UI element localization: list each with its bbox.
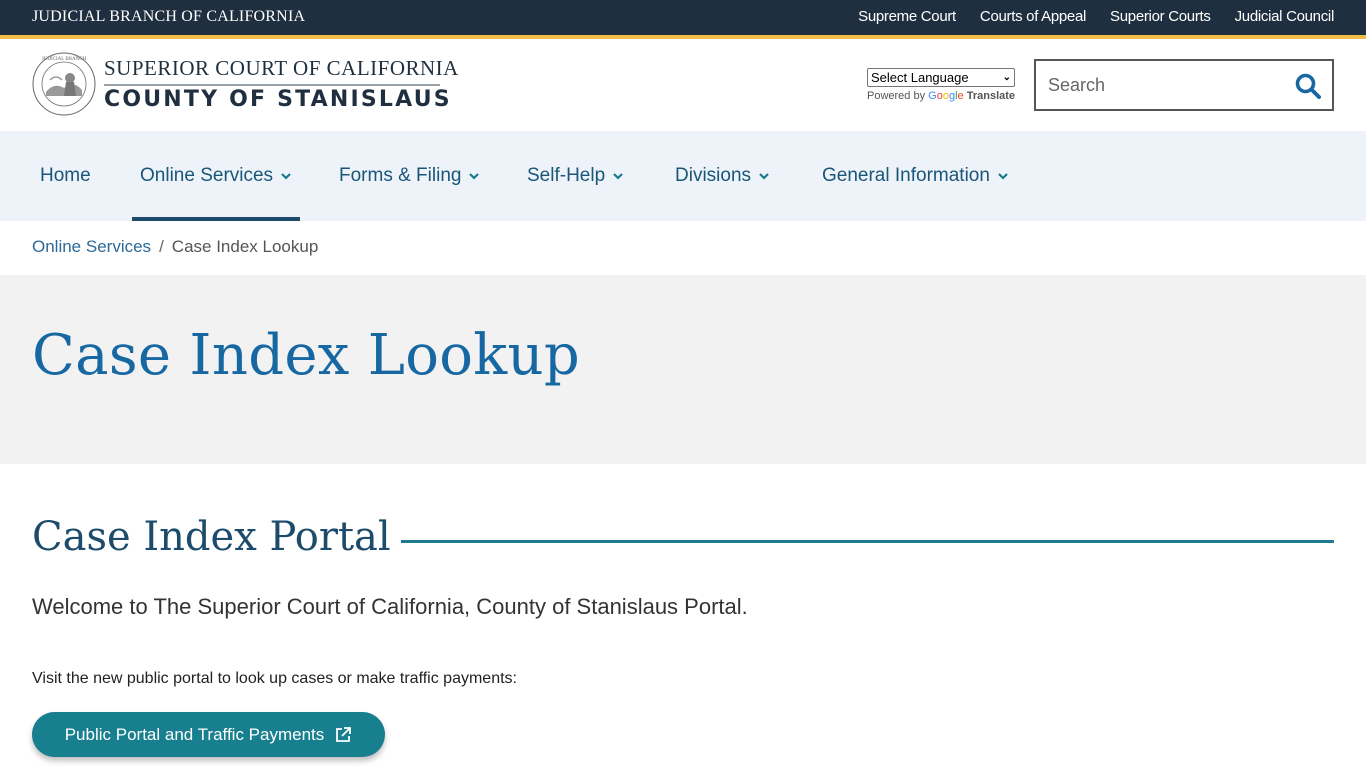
chevron-down-icon bbox=[469, 173, 480, 180]
nav-label: Divisions bbox=[675, 165, 752, 186]
nav-label: Online Services bbox=[140, 165, 274, 186]
page-hero: Case Index Lookup bbox=[0, 275, 1366, 464]
external-link-icon bbox=[336, 726, 352, 742]
judicial-seal-icon: JUDICIAL BRANCH bbox=[32, 52, 96, 116]
nav-label: Self-Help bbox=[527, 165, 606, 186]
translate-link[interactable]: Translate bbox=[967, 90, 1015, 102]
language-select[interactable]: Select Language ⌄ bbox=[867, 68, 1015, 87]
search-form bbox=[1034, 59, 1334, 111]
breadcrumb-separator: / bbox=[159, 237, 164, 256]
visit-portal-text: Visit the new public portal to look up c… bbox=[32, 670, 517, 687]
section-divider bbox=[401, 540, 1334, 543]
breadcrumb: Online Services / Case Index Lookup bbox=[32, 237, 318, 257]
logo-county-name: COUNTY OF STANISLAUS bbox=[104, 87, 452, 112]
chevron-down-icon: ⌄ bbox=[1002, 72, 1011, 83]
chevron-down-icon bbox=[613, 173, 623, 180]
nav-label: General Information bbox=[822, 165, 990, 186]
logo-divider bbox=[104, 84, 440, 86]
utility-links: Supreme Court Courts of Appeal Superior … bbox=[858, 8, 1334, 25]
nav-forms-filing[interactable]: Forms & Filing bbox=[339, 131, 480, 221]
nav-label: Home bbox=[40, 165, 91, 186]
link-courts-of-appeal[interactable]: Courts of Appeal bbox=[980, 8, 1086, 25]
nav-self-help[interactable]: Self-Help bbox=[527, 131, 624, 221]
nav-home[interactable]: Home bbox=[40, 131, 91, 221]
google-translate-widget: Select Language ⌄ Powered by Google Tran… bbox=[867, 68, 1015, 102]
search-button[interactable] bbox=[1294, 72, 1322, 100]
nav-online-services[interactable]: Online Services bbox=[131, 131, 301, 221]
welcome-text: Welcome to The Superior Court of Califor… bbox=[32, 594, 748, 619]
powered-by-google: Powered by Google Translate bbox=[867, 90, 1015, 102]
link-judicial-council[interactable]: Judicial Council bbox=[1235, 8, 1335, 25]
chevron-down-icon bbox=[281, 173, 291, 180]
judicial-branch-title: JUDICIAL BRANCH OF CALIFORNIA bbox=[32, 8, 306, 25]
page-title: Case Index Lookup bbox=[32, 323, 581, 388]
public-portal-button[interactable]: Public Portal and Traffic Payments bbox=[32, 712, 385, 757]
google-logo: Google bbox=[928, 90, 964, 102]
chevron-down-icon bbox=[998, 173, 1008, 180]
nav-general-information[interactable]: General Information bbox=[822, 131, 1009, 221]
chevron-down-icon bbox=[759, 173, 769, 180]
search-input[interactable] bbox=[1048, 73, 1278, 97]
language-select-label: Select Language bbox=[871, 70, 969, 85]
site-header: JUDICIAL BRANCH SUPERIOR COURT OF CALIFO… bbox=[0, 39, 1366, 131]
breadcrumb-online-services[interactable]: Online Services bbox=[32, 237, 151, 257]
public-portal-button-label: Public Portal and Traffic Payments bbox=[64, 724, 325, 744]
powered-by-text: Powered by bbox=[867, 90, 926, 102]
nav-divisions[interactable]: Divisions bbox=[675, 131, 770, 221]
section-title: Case Index Portal bbox=[32, 514, 391, 560]
nav-label: Forms & Filing bbox=[339, 165, 462, 186]
link-superior-courts[interactable]: Superior Courts bbox=[1110, 8, 1211, 25]
breadcrumb-current: Case Index Lookup bbox=[171, 237, 319, 256]
search-icon bbox=[1295, 73, 1321, 99]
logo-court-name: SUPERIOR COURT OF CALIFORNIA bbox=[104, 56, 459, 80]
utility-bar: JUDICIAL BRANCH OF CALIFORNIA Supreme Co… bbox=[0, 0, 1366, 39]
link-supreme-court[interactable]: Supreme Court bbox=[858, 8, 956, 25]
svg-text:JUDICIAL BRANCH: JUDICIAL BRANCH bbox=[42, 57, 87, 62]
main-nav: Home Online Services Forms & Filing Self… bbox=[0, 131, 1366, 221]
